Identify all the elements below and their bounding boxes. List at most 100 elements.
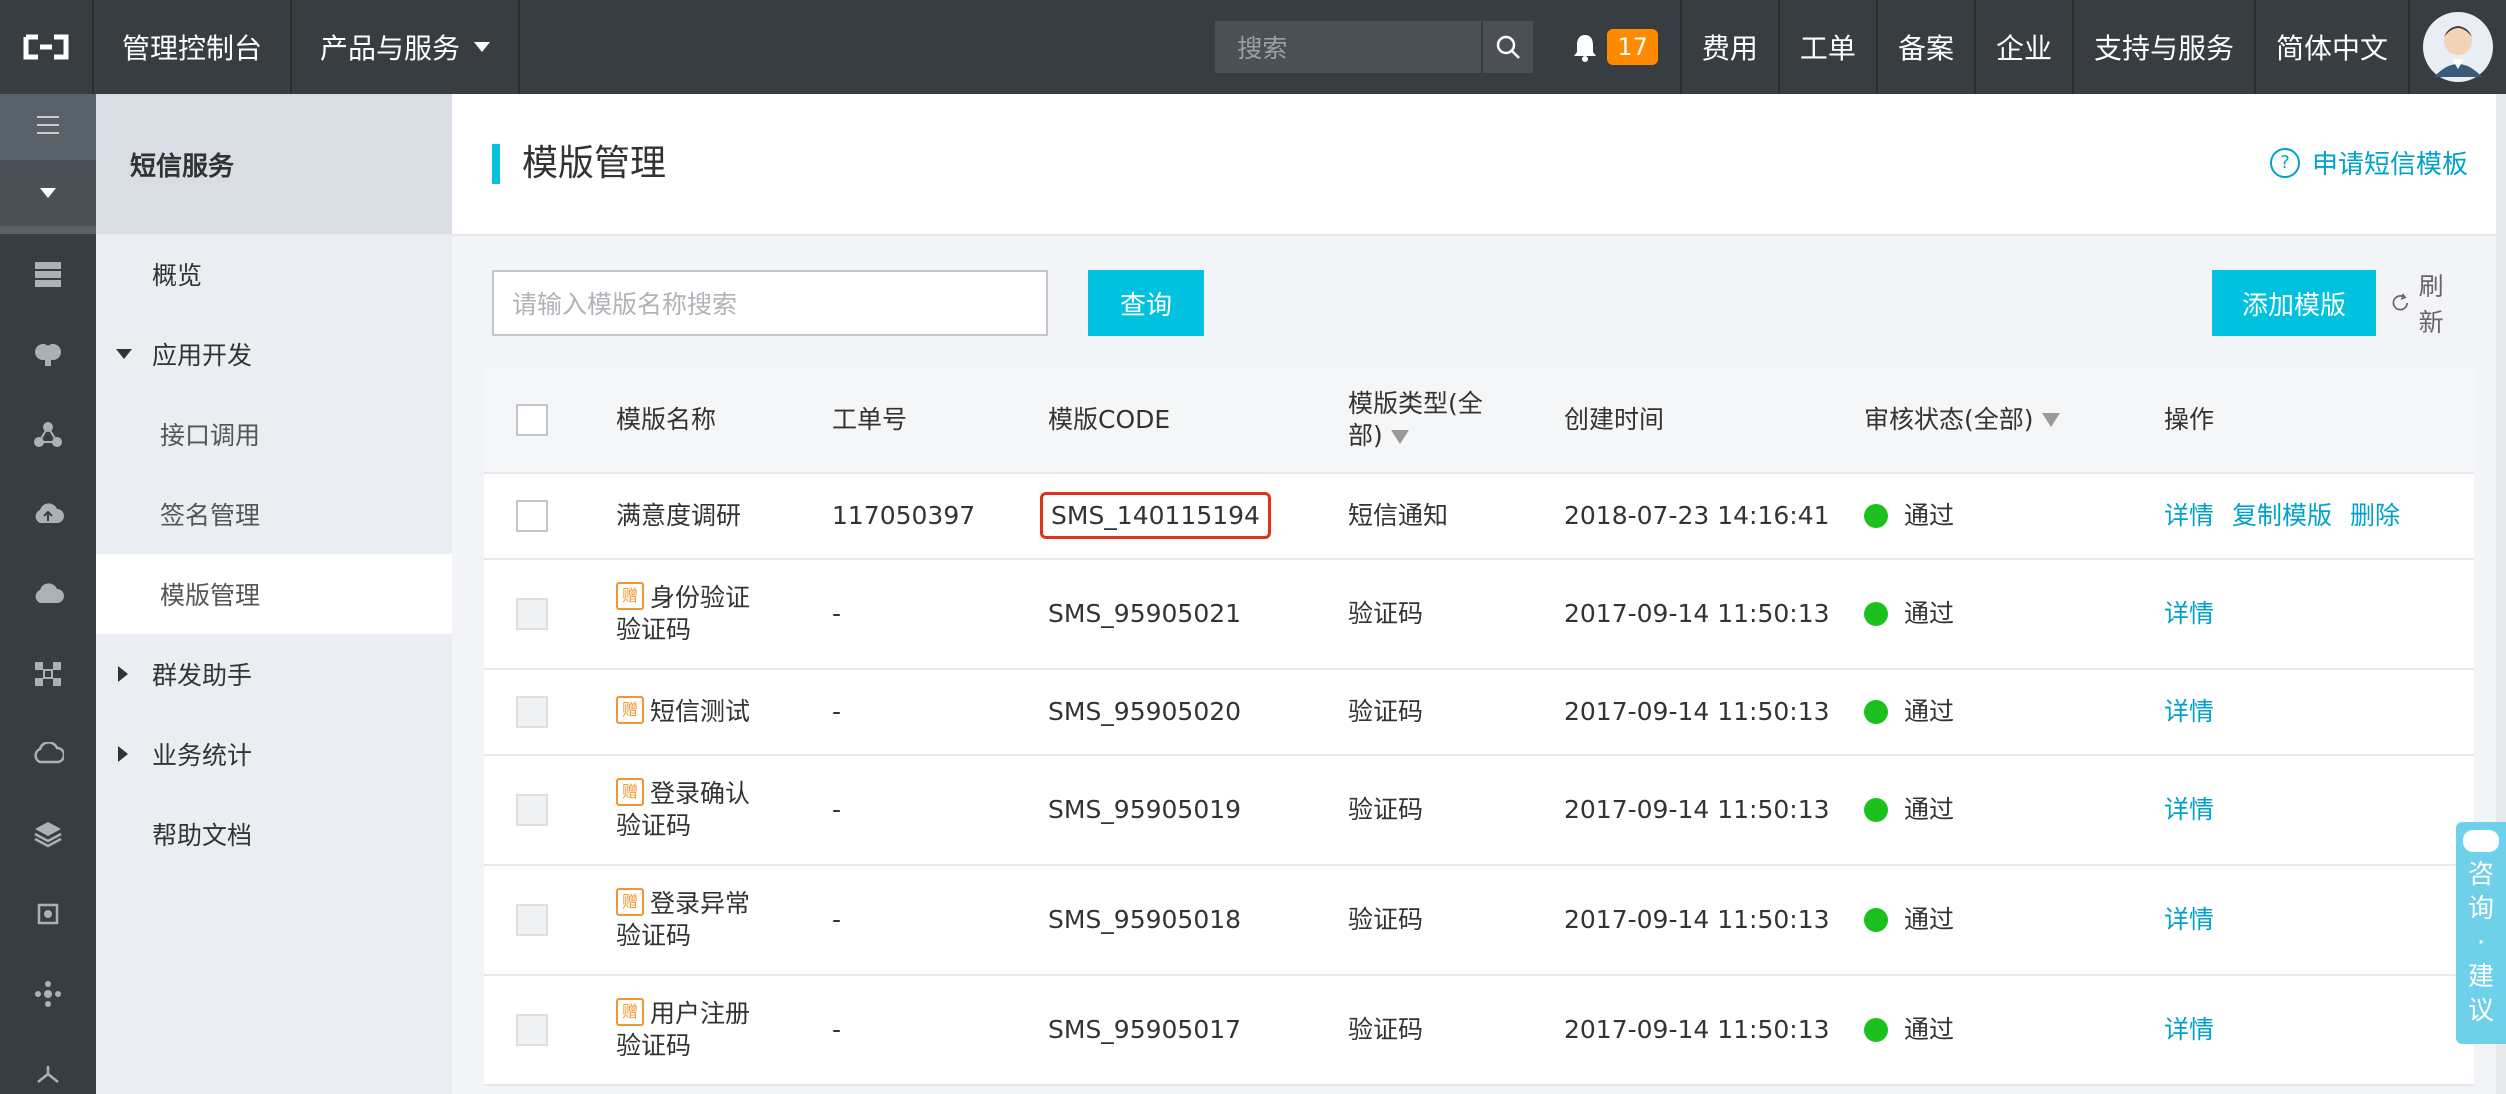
apply-template-link[interactable]: ? 申请短信模板 (2269, 144, 2468, 181)
status-dot-icon (1864, 700, 1888, 724)
settings-cube-icon[interactable] (0, 874, 96, 954)
detail-link[interactable]: 详情 (2164, 501, 2214, 530)
status-badge: 通过 (1864, 794, 1954, 826)
cloud-database-icon[interactable] (0, 554, 96, 634)
template-type: 验证码 (1348, 1015, 1424, 1044)
header-template-type[interactable]: 模版类型(全 部) (1348, 388, 1483, 452)
sidebar-group-statistics[interactable]: 业务统计 (96, 714, 452, 794)
detail-link[interactable]: 详情 (2164, 905, 2214, 934)
aliyun-logo-icon[interactable] (0, 0, 92, 94)
menu-toggle-icon[interactable] (0, 94, 96, 156)
detail-link[interactable]: 详情 (2164, 795, 2214, 824)
topbar-link-billing[interactable]: 费用 (1679, 0, 1778, 94)
nodes-icon[interactable] (0, 634, 96, 714)
rail-expand-chevron-icon[interactable] (0, 160, 96, 226)
header-template-code: 模版CODE (1048, 405, 1171, 434)
sidebar-item-label: 模版管理 (160, 581, 261, 610)
sidebar-item-templates[interactable]: 模版管理 (96, 554, 452, 634)
name-line2: 验证码 (616, 811, 692, 840)
sidebar-item-label: 接口调用 (160, 421, 261, 450)
name-line2: 验证码 (616, 615, 692, 644)
header-review-status[interactable]: 审核状态(全部) (1864, 404, 2060, 436)
sidebar-item-help-docs[interactable]: 帮助文档 (96, 794, 452, 874)
row-checkbox[interactable] (516, 696, 548, 728)
refresh-button[interactable]: 刷新 (2390, 270, 2453, 337)
name-line1: 短信测试 (650, 697, 751, 726)
status-label: 通过 (1904, 599, 1955, 628)
products-dropdown[interactable]: 产品与服务 (292, 0, 521, 94)
work-order-number: - (832, 1015, 842, 1044)
template-code: SMS_95905018 (1048, 905, 1242, 934)
tree-icon[interactable] (0, 1034, 96, 1094)
row-checkbox[interactable] (516, 598, 548, 630)
brain-icon[interactable] (0, 314, 96, 394)
refresh-label: 刷新 (2418, 272, 2444, 337)
template-code: SMS_95905019 (1048, 795, 1242, 824)
user-avatar[interactable] (2408, 0, 2506, 94)
cloud-icon[interactable] (0, 714, 96, 794)
row-checkbox[interactable] (516, 794, 548, 826)
row-checkbox[interactable] (516, 500, 548, 532)
question-circle-icon: ? (2269, 147, 2300, 178)
row-operations: 详情 (2164, 904, 2232, 936)
apply-template-label: 申请短信模板 (2311, 150, 2468, 180)
copy-template-link[interactable]: 复制模版 (2232, 501, 2332, 530)
row-checkbox[interactable] (516, 904, 548, 936)
template-table: 模版名称 工单号 模版CODE 模版类型(全 部) 创建时间 审核状态(全部) … (484, 368, 2474, 1086)
sidebar-item-label: 概览 (152, 261, 203, 290)
created-time: 2018-07-23 14:16:41 (1564, 501, 1830, 530)
consult-char: 议 (2467, 996, 2494, 1026)
table-header: 模版名称 工单号 模版CODE 模版类型(全 部) 创建时间 审核状态(全部) … (484, 368, 2474, 474)
row-checkbox[interactable] (516, 1014, 548, 1046)
page-header: 模版管理 ? 申请短信模板 (452, 94, 2506, 236)
row-operations: 详情 (2164, 598, 2232, 630)
table-row: 赠身份验证 验证码 - SMS_95905021 验证码 2017-09-14 1… (484, 560, 2474, 670)
status-label: 通过 (1904, 905, 1955, 934)
status-dot-icon (1864, 504, 1888, 528)
gift-badge-icon: 赠 (616, 778, 644, 806)
work-order-number: - (832, 599, 842, 628)
top-navigation-bar: 管理控制台 产品与服务 搜索 17 费用 工单 备案 企业 支持与服务 简体中文 (0, 0, 2506, 94)
sidebar-item-signatures[interactable]: 签名管理 (96, 474, 452, 554)
template-type: 验证码 (1348, 905, 1424, 934)
main-content: 模版管理 ? 申请短信模板 请输入模版名称搜索 查询 添加模版 刷新 模版名称 … (452, 94, 2506, 1094)
template-search-input[interactable]: 请输入模版名称搜索 (492, 270, 1048, 336)
topbar-link-icp[interactable]: 备案 (1875, 0, 1974, 94)
sidebar-item-api-calls[interactable]: 接口调用 (96, 394, 452, 474)
delete-link[interactable]: 删除 (2350, 501, 2400, 530)
detail-link[interactable]: 详情 (2164, 697, 2214, 726)
layers-icon[interactable] (0, 794, 96, 874)
topbar-link-support[interactable]: 支持与服务 (2071, 0, 2254, 94)
topbar-link-language[interactable]: 简体中文 (2253, 0, 2408, 94)
notifications-button[interactable]: 17 (1563, 0, 1680, 94)
detail-link[interactable]: 详情 (2164, 599, 2214, 628)
query-button[interactable]: 查询 (1088, 270, 1204, 336)
detail-link[interactable]: 详情 (2164, 1015, 2214, 1044)
add-template-button[interactable]: 添加模版 (2212, 270, 2376, 336)
topbar-link-tickets[interactable]: 工单 (1777, 0, 1876, 94)
global-search-input[interactable]: 搜索 (1215, 21, 1534, 73)
sidebar-item-overview[interactable]: 概览 (96, 234, 452, 314)
table-row: 赠登录异常 验证码 - SMS_95905018 验证码 2017-09-14 1… (484, 866, 2474, 976)
consult-feedback-button[interactable]: 咨 询 · 建 议 (2456, 822, 2506, 1044)
server-icon[interactable] (0, 234, 96, 314)
network-icon[interactable] (0, 394, 96, 474)
filter-icon[interactable] (2041, 413, 2060, 427)
topbar-link-enterprise[interactable]: 企业 (1973, 0, 2072, 94)
cloud-upload-icon[interactable] (0, 474, 96, 554)
template-type: 验证码 (1348, 697, 1424, 726)
cluster-icon[interactable] (0, 954, 96, 1034)
console-home-link[interactable]: 管理控制台 (92, 0, 293, 94)
sidebar-group-bulk-send[interactable]: 群发助手 (96, 634, 452, 714)
consult-char: 建 (2467, 962, 2494, 992)
status-badge: 通过 (1864, 500, 1954, 532)
template-name: 赠身份验证 验证码 (616, 582, 750, 646)
search-icon[interactable] (1481, 21, 1533, 73)
header-work-order: 工单号 (832, 405, 908, 434)
sidebar-group-app-dev[interactable]: 应用开发 (96, 314, 452, 394)
filter-icon[interactable] (1390, 430, 1409, 444)
status-label: 通过 (1904, 795, 1955, 824)
page-title: 模版管理 (492, 144, 666, 184)
select-all-checkbox[interactable] (516, 404, 548, 436)
product-icon-rail (0, 94, 96, 1094)
